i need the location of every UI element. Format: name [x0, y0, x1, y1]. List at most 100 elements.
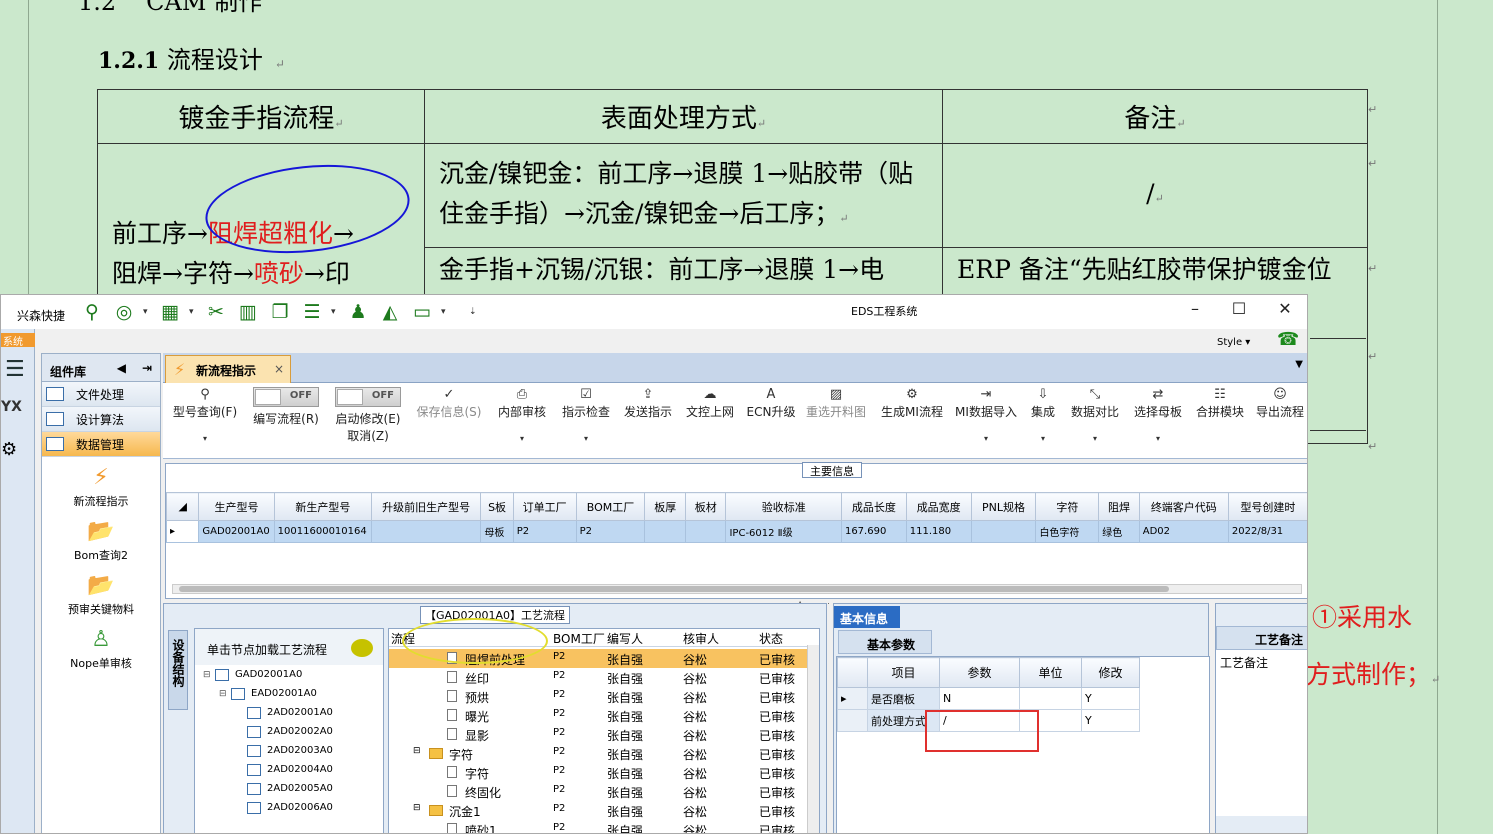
chevron-down-icon[interactable]: ▾ [331, 307, 339, 317]
monitor-icon[interactable]: ▭ [409, 301, 435, 323]
flow-row[interactable]: 预烘 P2 张自强 谷松 已审核 [389, 687, 809, 706]
customize-icon[interactable]: ⇣ [469, 307, 477, 317]
tool-preaudit[interactable]: 📂 预审关键物料 [42, 565, 160, 619]
user-icon[interactable]: ♟ [345, 301, 371, 323]
grid-icon[interactable]: ▦ [157, 301, 183, 323]
col-header[interactable]: 成品长度 [840, 492, 907, 521]
collapse-icon[interactable]: ⊟ [413, 746, 421, 756]
sidebar-item-file[interactable]: 文件处理 [42, 382, 160, 407]
col-header[interactable]: 验收标准 [725, 492, 842, 521]
minimize-button[interactable]: – [1175, 299, 1215, 321]
system-tab[interactable]: 系统 [1, 333, 35, 348]
tool-bom-query[interactable]: 📂 Bom查询2 [42, 511, 160, 565]
lifebuoy-icon[interactable]: ◎ [111, 301, 137, 323]
ecn-upgrade-button[interactable]: A ECN升级 [745, 387, 797, 420]
sidebar-item-data[interactable]: 数据管理 [42, 432, 160, 457]
flow-row[interactable]: 曝光 P2 张自强 谷松 已审核 [389, 706, 809, 725]
chevron-down-icon[interactable]: ▾ [441, 307, 449, 317]
tool-new-flow[interactable]: ⚡ 新流程指示 [42, 457, 160, 511]
flow-row[interactable]: 显影 P2 张自强 谷松 已审核 [389, 725, 809, 744]
list-icon[interactable]: ☰ [299, 301, 325, 323]
tree-node[interactable]: ⊟ EAD02001A0 [195, 684, 383, 703]
tree-node[interactable]: 2AD02006A0 [195, 798, 383, 817]
film-icon[interactable]: ▥ [235, 301, 261, 323]
copy-icon[interactable]: ❐ [267, 301, 293, 323]
internal-audit-button[interactable]: ⎙ 内部审核 ▾ [495, 387, 549, 443]
export-flow-button[interactable]: ☺ 导出流程 [1253, 387, 1307, 420]
tree-node[interactable]: 2AD02003A0 [195, 741, 383, 760]
process-note-field[interactable]: 工艺备注 [1216, 650, 1307, 816]
chat-bubble-icon[interactable] [351, 639, 373, 657]
col-header[interactable]: 板厚 [644, 492, 686, 521]
search-icon[interactable]: ⚲ [79, 301, 105, 323]
arrow-left-icon[interactable]: ◀ [117, 361, 126, 375]
scissors-icon[interactable]: ✂ [203, 301, 229, 323]
doc-online-button[interactable]: ☁ 文控上网 [683, 387, 737, 420]
start-edit-toggle[interactable]: OFF 启动修改(E) 取消(Z) [329, 387, 407, 444]
flow-group-row[interactable]: ⊟ 沉金1 P2 张自强 谷松 已审核 [389, 801, 809, 820]
col-header[interactable]: BOM工厂 [575, 492, 646, 521]
table-row[interactable]: ▸ 是否磨板 N Y [837, 687, 1140, 710]
col-header[interactable]: 升级前旧生产型号 [370, 492, 482, 521]
flow-row[interactable]: 丝印 P2 张自强 谷松 已审核 [389, 668, 809, 687]
horizontal-scrollbar[interactable] [172, 584, 1302, 594]
generate-mi-button[interactable]: ⚙ 生成MI流程 [877, 387, 947, 420]
mi-import-button[interactable]: ⇥ MI数据导入 ▾ [953, 387, 1019, 443]
flow-row[interactable]: 终固化 P2 张自强 谷松 已审核 [389, 782, 809, 801]
send-instruction-button[interactable]: ⇪ 发送指示 [621, 387, 675, 420]
col-header[interactable]: 生产型号 [198, 492, 275, 521]
flow-row[interactable]: 喷砂1 P2 张自强 谷松 已审核 [389, 820, 809, 833]
tab-new-flow[interactable]: ⚡ 新流程指示 × [165, 355, 291, 383]
chevron-down-icon[interactable]: ▾ [189, 307, 197, 317]
phone-icon[interactable]: ☎ [1277, 329, 1299, 350]
tree-node[interactable]: ⊟ GAD02001A0 [195, 665, 383, 684]
tab-basic-info[interactable]: 基本信息 [834, 606, 900, 628]
flow-row[interactable]: 字符 P2 张自强 谷松 已审核 [389, 763, 809, 782]
data-compare-button[interactable]: ⤡ 数据对比 ▾ [1067, 387, 1123, 443]
col-header[interactable]: 型号创建时 [1227, 492, 1307, 521]
col-header[interactable]: 板材 [684, 492, 727, 521]
maximize-button[interactable]: ☐ [1219, 299, 1259, 321]
tree-node[interactable]: 2AD02002A0 [195, 722, 383, 741]
select-mother-board-button[interactable]: ⇄ 选择母板 ▾ [1131, 387, 1185, 443]
col-header[interactable]: PNL规格 [970, 492, 1037, 521]
style-dropdown[interactable]: Style ▾ [1217, 337, 1250, 348]
tree-node[interactable]: 2AD02001A0 [195, 703, 383, 722]
col-header[interactable]: 项目 [867, 657, 940, 688]
basic-params-tab[interactable]: 基本参数 [838, 630, 932, 654]
tree-node[interactable]: 2AD02005A0 [195, 779, 383, 798]
col-header[interactable]: 参数 [939, 657, 1020, 688]
menu-icon[interactable]: ☰ [5, 357, 25, 382]
close-button[interactable]: ✕ [1265, 299, 1305, 321]
col-header[interactable]: 终端客户代码 [1138, 492, 1229, 521]
device-icon[interactable]: ⚙ [1, 439, 17, 460]
write-flow-toggle[interactable]: OFF 编写流程(R) [247, 387, 325, 427]
area-chart-icon[interactable]: ◭ [377, 301, 403, 323]
chevron-down-icon[interactable]: ▾ [143, 307, 151, 317]
close-icon[interactable]: × [274, 362, 284, 376]
tree-node[interactable]: 2AD02004A0 [195, 760, 383, 779]
vertical-tab-equipment[interactable]: 设备结构 [168, 630, 188, 710]
col-header[interactable]: 修改 [1081, 657, 1140, 688]
integrate-button[interactable]: ⇩ 集成 ▾ [1025, 387, 1061, 443]
col-header[interactable]: 新生产型号 [273, 492, 372, 521]
flow-group-row[interactable]: ⊟ 字符 P2 张自强 谷松 已审核 [389, 744, 809, 763]
query-model-button[interactable]: ⚲ 型号查询(F) ▾ [167, 387, 243, 443]
tab-menu-icon[interactable]: ▼ [1295, 359, 1303, 370]
col-header[interactable]: 订单工厂 [512, 492, 577, 521]
table-row[interactable]: ▸ GAD02001A0 10011600010164 母板 P2 P2 IPC… [165, 520, 1307, 543]
merge-module-button[interactable]: ☷ 合拼模块 [1193, 387, 1247, 420]
sidebar-item-algorithm[interactable]: 设计算法 [42, 407, 160, 432]
pin-icon[interactable]: ⇥ [142, 361, 152, 375]
col-header[interactable]: 单位 [1019, 657, 1082, 688]
save-info-button[interactable]: ✓ 保存信息(S) [415, 387, 483, 420]
check-instruction-button[interactable]: ☑ 指示检查 ▾ [559, 387, 613, 443]
reselect-image-button[interactable]: ▨ 重选开料图 [803, 387, 869, 420]
col-header[interactable]: 阻焊 [1098, 492, 1140, 521]
col-header[interactable]: 成品宽度 [905, 492, 972, 521]
col-header[interactable]: 字符 [1035, 492, 1100, 521]
col-header[interactable]: S板 [480, 492, 514, 521]
vertical-scrollbar[interactable] [807, 645, 819, 833]
tool-nope-audit[interactable]: ♙ Nope单审核 [42, 619, 160, 673]
collapse-icon[interactable]: ⊟ [413, 803, 421, 813]
